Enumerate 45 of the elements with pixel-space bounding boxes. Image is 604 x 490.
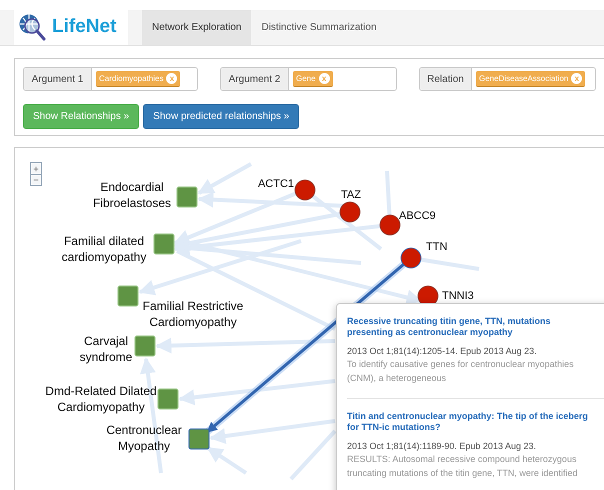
disease-label: Endocardial Fibroelastoses	[92, 180, 172, 210]
gene-label: TAZ	[341, 189, 361, 201]
article-title-link[interactable]: Titin and centronuclear myopathy: The tip of the iceberg for TTN-ic mutations?	[347, 411, 589, 433]
tag-label: GeneDiseaseAssociation	[479, 72, 568, 84]
disease-node[interactable]	[176, 186, 198, 208]
gene-label: ACTC1	[258, 178, 294, 190]
filter-field[interactable]: Argument 1 Cardiomyopathies x	[23, 67, 198, 91]
show-relationships-button[interactable]: Show predicted relationships »	[143, 104, 300, 129]
disease-label: Dmd-Related Dilated Cardiomyopathy	[45, 384, 157, 414]
filter-field[interactable]: Relation GeneDiseaseAssociation x	[419, 67, 596, 91]
gene-label: TNNI3	[442, 290, 474, 302]
gene-node[interactable]	[294, 180, 316, 200]
disease-node[interactable]	[154, 234, 174, 254]
nav-tab[interactable]: Distinctive Summarization	[251, 10, 387, 45]
tag-label: Cardiomyopathies	[99, 72, 164, 84]
logo-text: LifeNet	[52, 15, 116, 40]
article-citation: 2013 Oct 1;81(14):1189-90. Epub 2013 Aug 23.	[347, 441, 537, 452]
disease-node[interactable]	[188, 428, 210, 450]
disease-label: Centronuclear Myopathy	[106, 423, 182, 453]
globe-magnifier-icon	[18, 12, 46, 42]
field-label: Argument 1	[24, 68, 92, 90]
disease-node[interactable]	[158, 388, 178, 410]
nav-tab[interactable]: Network Exploration	[142, 10, 252, 45]
field-label: Argument 2	[221, 68, 289, 90]
zoom-in-button[interactable]: +	[31, 163, 41, 174]
gene-label: TTN	[426, 241, 448, 253]
field-label: Relation	[420, 68, 472, 90]
article-abstract: RESULTS: Autosomal recessive compound heterozygous truncating mutations of the titin gene, TTN, were identified	[347, 453, 578, 480]
zoom-out-button[interactable]: −	[31, 174, 41, 185]
disease-node[interactable]	[118, 286, 138, 306]
gene-node[interactable]	[400, 248, 422, 268]
filter-field[interactable]: Argument 2 Gene x	[220, 67, 397, 91]
tag-label: Gene	[296, 72, 316, 84]
gene-label: ABCC9	[399, 210, 436, 222]
edge-arrow	[206, 446, 248, 475]
disease-node[interactable]	[134, 336, 156, 356]
disease-label: Carvajal syndrome	[80, 334, 132, 364]
disease-label: Familial Restrictive Cardiomyopathy	[142, 299, 244, 329]
article-abstract: To identify causative genes for centronuclear myopathies (CNM), a heterogeneous	[347, 358, 575, 385]
disease-label: Familial dilated cardiomyopathy	[62, 234, 146, 264]
article-title-link[interactable]: Recessive truncating titin gene, TTN, mutations presenting as centronuclear myopathy	[347, 316, 589, 338]
gene-node[interactable]	[340, 202, 360, 222]
article-citation: 2013 Oct 1;81(14):1205-14. Epub 2013 Aug 23.	[347, 346, 538, 357]
gene-node[interactable]	[380, 214, 400, 236]
edge-line	[290, 430, 336, 480]
